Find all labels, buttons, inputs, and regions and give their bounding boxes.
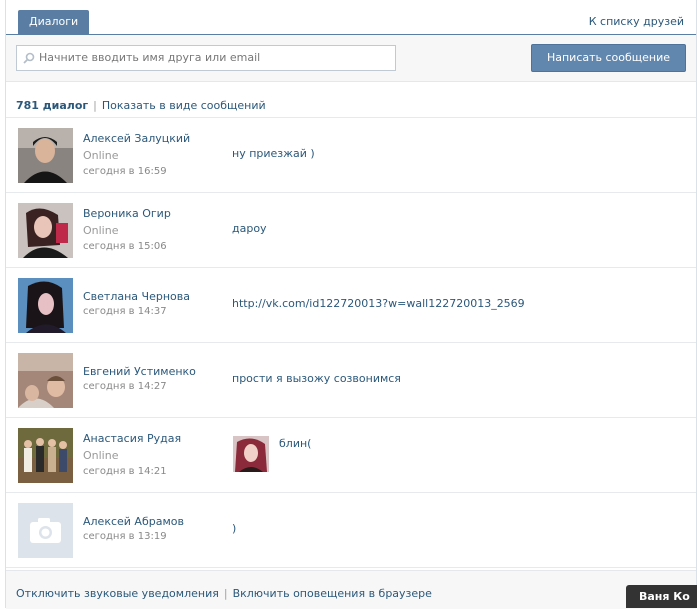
search-input[interactable] bbox=[39, 49, 379, 66]
dialog-time: сегодня в 14:21 bbox=[83, 466, 167, 477]
tab-dialogs[interactable]: Диалоги bbox=[18, 10, 90, 34]
dialog-row[interactable]: Алексей Залуцкий Online сегодня в 16:59 … bbox=[6, 118, 696, 193]
dialog-time: сегодня в 16:59 bbox=[83, 166, 167, 177]
avatar[interactable] bbox=[18, 353, 73, 408]
footer-separator: | bbox=[223, 587, 228, 600]
dialog-name[interactable]: Анастасия Рудая bbox=[83, 432, 181, 445]
friends-list-link[interactable]: К списку друзей bbox=[589, 15, 684, 28]
online-status: Online bbox=[83, 149, 119, 162]
search-icon bbox=[23, 52, 35, 64]
last-message[interactable]: http://vk.com/id122720013?w=wall12272001… bbox=[232, 297, 525, 310]
dialog-row[interactable]: Евгений Устименко сегодня в 14:27 прости… bbox=[6, 343, 696, 418]
last-message[interactable]: блин( bbox=[279, 437, 311, 450]
avatar[interactable] bbox=[18, 203, 73, 258]
avatar[interactable] bbox=[18, 128, 73, 183]
toolbar: Написать сообщение bbox=[6, 35, 696, 82]
chat-bar[interactable]: Ваня Ко bbox=[626, 585, 697, 608]
dialog-row[interactable]: Вероника Огир Online сегодня в 15:06 дар… bbox=[6, 193, 696, 268]
dialog-name[interactable]: Вероника Огир bbox=[83, 207, 171, 220]
dialog-time: сегодня в 13:19 bbox=[83, 531, 167, 542]
dialogs-summary: 781 диалог | Показать в виде сообщений bbox=[16, 99, 266, 112]
last-message[interactable]: дароу bbox=[232, 222, 267, 235]
tab-bar: Диалоги К списку друзей bbox=[6, 0, 696, 35]
dialog-row[interactable]: Светлана Чернова сегодня в 14:37 http://… bbox=[6, 268, 696, 343]
online-status: Online bbox=[83, 224, 119, 237]
summary-separator: | bbox=[93, 99, 97, 112]
dialog-name[interactable]: Алексей Залуцкий bbox=[83, 132, 190, 145]
sender-avatar[interactable] bbox=[233, 436, 269, 472]
enable-browser-notifications-link[interactable]: Включить оповещения в браузере bbox=[233, 587, 432, 600]
dialog-time: сегодня в 15:06 bbox=[83, 241, 167, 252]
dialogs-list: Алексей Залуцкий Online сегодня в 16:59 … bbox=[6, 117, 696, 568]
last-message[interactable]: ну приезжай ) bbox=[232, 147, 315, 160]
avatar[interactable] bbox=[18, 278, 73, 333]
dialog-name[interactable]: Евгений Устименко bbox=[83, 365, 196, 378]
online-status: Online bbox=[83, 449, 119, 462]
dialog-time: сегодня в 14:37 bbox=[83, 306, 167, 317]
dialog-row[interactable]: Анастасия Рудая Online сегодня в 14:21 б… bbox=[6, 418, 696, 493]
write-message-button[interactable]: Написать сообщение bbox=[531, 44, 686, 72]
show-as-messages-link[interactable]: Показать в виде сообщений bbox=[102, 99, 266, 112]
footer: Отключить звуковые уведомления | Включить … bbox=[6, 570, 696, 609]
dialog-time: сегодня в 14:27 bbox=[83, 381, 167, 392]
dialog-name[interactable]: Алексей Абрамов bbox=[83, 515, 184, 528]
dialog-row[interactable]: Алексей Абрамов сегодня в 13:19 ) bbox=[6, 493, 696, 568]
dialogs-count: 781 диалог bbox=[16, 99, 89, 112]
footer-links: Отключить звуковые уведомления | Включить … bbox=[16, 587, 432, 600]
avatar[interactable] bbox=[18, 428, 73, 483]
dialog-name[interactable]: Светлана Чернова bbox=[83, 290, 190, 303]
search-box[interactable] bbox=[16, 45, 396, 71]
dialogs-page: Диалоги К списку друзей Написать сообщен… bbox=[5, 0, 697, 609]
last-message[interactable]: прости я вызожу созвонимся bbox=[232, 372, 401, 385]
disable-sounds-link[interactable]: Отключить звуковые уведомления bbox=[16, 587, 219, 600]
camera-placeholder-icon[interactable] bbox=[18, 503, 73, 558]
last-message[interactable]: ) bbox=[232, 522, 236, 535]
